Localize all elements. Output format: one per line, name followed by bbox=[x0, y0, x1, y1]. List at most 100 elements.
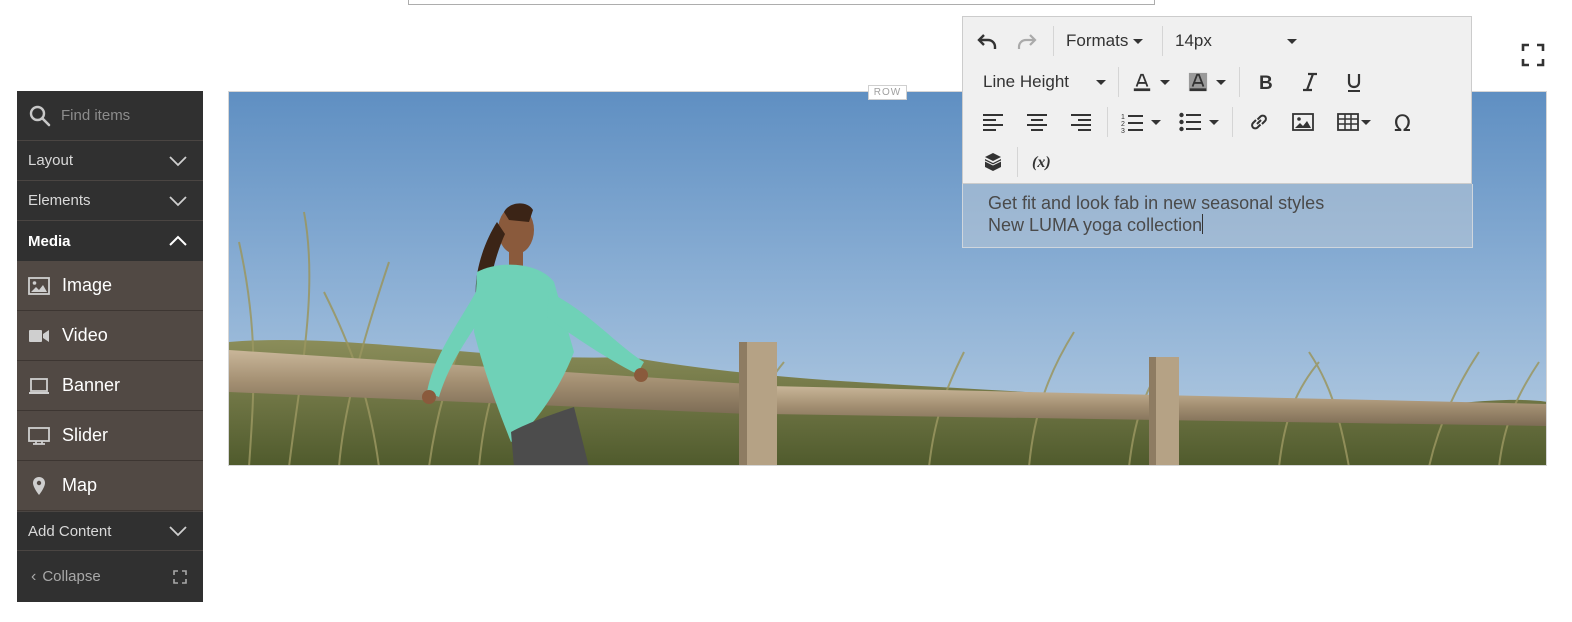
toolbar-separator bbox=[1053, 26, 1054, 56]
section-elements[interactable]: Elements bbox=[17, 181, 203, 221]
insert-link-button[interactable] bbox=[1237, 106, 1281, 138]
insert-variable-button[interactable]: (x) bbox=[1022, 146, 1066, 178]
fullscreen-icon[interactable] bbox=[1521, 43, 1545, 67]
insert-image-button[interactable] bbox=[1281, 106, 1325, 138]
chevron-down-icon bbox=[169, 526, 187, 537]
redo-icon bbox=[1017, 34, 1037, 49]
toolbar-row-1: Formats 14px bbox=[969, 21, 1297, 61]
collapse-label: Collapse bbox=[42, 568, 101, 585]
media-item-image[interactable]: Image bbox=[17, 261, 203, 311]
link-icon bbox=[1251, 114, 1267, 130]
section-media[interactable]: Media bbox=[17, 221, 203, 261]
underline-button[interactable] bbox=[1332, 66, 1376, 98]
insert-widget-button[interactable] bbox=[973, 146, 1013, 178]
svg-text:Ω: Ω bbox=[1394, 112, 1411, 134]
numbered-list-button[interactable]: 123 bbox=[1112, 106, 1170, 138]
toolbar-row-2: Line Height B bbox=[969, 62, 1376, 102]
caret-down-icon bbox=[1151, 119, 1161, 125]
redo-button[interactable] bbox=[1005, 25, 1049, 57]
image-icon bbox=[27, 275, 51, 297]
formats-dropdown[interactable]: Formats bbox=[1058, 25, 1158, 57]
collapse-button[interactable]: ‹ Collapse bbox=[31, 568, 101, 586]
chevron-down-icon bbox=[169, 155, 187, 166]
section-label: Elements bbox=[28, 192, 91, 209]
expand-icon[interactable] bbox=[173, 569, 187, 584]
text-color-button[interactable] bbox=[1123, 66, 1179, 98]
chevron-up-icon bbox=[169, 235, 187, 246]
background-color-button[interactable] bbox=[1179, 66, 1235, 98]
svg-text:3: 3 bbox=[1121, 128, 1125, 133]
toolbar-row-3: 123 Ω bbox=[971, 102, 1427, 142]
bullet-list-button[interactable] bbox=[1170, 106, 1228, 138]
media-item-label: Map bbox=[62, 475, 98, 495]
undo-icon bbox=[977, 34, 997, 49]
wysiwyg-editor: Formats 14px Line Height B 1 2 3 Ω (x) G… bbox=[962, 16, 1473, 248]
caret-down-icon bbox=[1096, 79, 1106, 85]
special-character-button[interactable]: Ω bbox=[1383, 106, 1427, 138]
underline-icon bbox=[1347, 74, 1361, 92]
chevron-left-icon: ‹ bbox=[31, 567, 37, 585]
caret-down-icon bbox=[1209, 119, 1219, 125]
media-item-banner[interactable]: Banner bbox=[17, 361, 203, 411]
media-item-slider[interactable]: Slider bbox=[17, 411, 203, 461]
sidebar-footer: ‹ Collapse bbox=[17, 550, 203, 602]
toolbar-separator bbox=[1017, 147, 1018, 177]
content-sidebar: Layout Elements Media Image Video Banner bbox=[17, 91, 203, 602]
media-items-list: Image Video Banner Slider Map bbox=[17, 261, 203, 511]
media-item-video[interactable]: Video bbox=[17, 311, 203, 361]
toolbar-row-4: (x) bbox=[973, 142, 1066, 182]
section-add-content[interactable]: Add Content bbox=[17, 511, 203, 551]
chevron-down-icon bbox=[169, 195, 187, 206]
undo-button[interactable] bbox=[969, 25, 1005, 57]
bold-icon: B bbox=[1259, 73, 1273, 93]
editor-content[interactable]: Get fit and look fab in new seasonal sty… bbox=[962, 184, 1473, 248]
content-line-2: New LUMA yoga collection bbox=[988, 215, 1203, 235]
align-center-icon bbox=[1027, 114, 1047, 131]
align-left-icon bbox=[983, 114, 1003, 131]
italic-button[interactable] bbox=[1288, 66, 1332, 98]
section-label: Layout bbox=[28, 152, 74, 169]
toolbar-separator bbox=[1107, 107, 1108, 137]
formats-label: Formats bbox=[1066, 31, 1129, 50]
table-icon bbox=[1337, 113, 1359, 131]
section-layout[interactable]: Layout bbox=[17, 141, 203, 181]
video-icon bbox=[27, 325, 51, 347]
image-icon bbox=[1292, 113, 1314, 131]
editor-toolbar: Formats 14px Line Height B 1 2 3 Ω (x) bbox=[962, 16, 1472, 184]
caret-down-icon bbox=[1287, 38, 1297, 44]
align-right-button[interactable] bbox=[1059, 106, 1103, 138]
line-height-dropdown[interactable]: Line Height bbox=[969, 66, 1114, 98]
svg-text:1: 1 bbox=[1121, 114, 1125, 121]
widget-icon bbox=[984, 153, 1002, 171]
media-item-label: Banner bbox=[62, 375, 121, 395]
line-height-label: Line Height bbox=[983, 72, 1070, 91]
svg-text:(x): (x) bbox=[1032, 154, 1051, 171]
insert-table-button[interactable] bbox=[1325, 106, 1383, 138]
variable-icon: (x) bbox=[1032, 154, 1051, 171]
slider-icon bbox=[27, 425, 51, 447]
media-item-label: Video bbox=[62, 325, 108, 345]
text-cursor bbox=[1202, 214, 1204, 234]
content-line-1: Get fit and look fab in new seasonal sty… bbox=[988, 193, 1325, 213]
row-label: ROW bbox=[868, 85, 907, 100]
media-item-label: Image bbox=[62, 275, 113, 295]
toolbar-separator bbox=[1162, 26, 1163, 56]
svg-text:B: B bbox=[1259, 73, 1273, 93]
banner-icon bbox=[27, 375, 51, 397]
align-center-button[interactable] bbox=[1015, 106, 1059, 138]
top-panel-edge bbox=[408, 0, 1155, 5]
search-input[interactable] bbox=[61, 107, 191, 124]
background-color-icon bbox=[1188, 72, 1208, 92]
media-item-map[interactable]: Map bbox=[17, 461, 203, 511]
bullet-list-icon bbox=[1179, 112, 1201, 132]
bold-button[interactable]: B bbox=[1244, 66, 1288, 98]
search-icon bbox=[29, 105, 51, 126]
italic-icon bbox=[1303, 72, 1317, 92]
caret-down-icon bbox=[1133, 38, 1144, 44]
caret-down-icon bbox=[1216, 79, 1226, 85]
svg-text:2: 2 bbox=[1121, 121, 1125, 128]
section-label: Add Content bbox=[28, 522, 112, 540]
section-label: Media bbox=[28, 232, 71, 250]
font-size-dropdown[interactable]: 14px bbox=[1167, 25, 1297, 57]
align-left-button[interactable] bbox=[971, 106, 1015, 138]
